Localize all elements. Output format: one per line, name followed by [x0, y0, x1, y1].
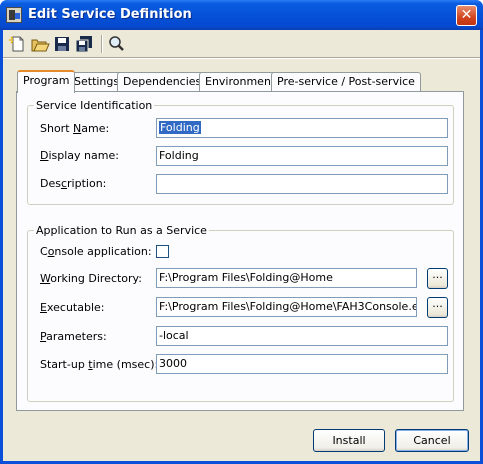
dialog-client: Program Settings Dependencies Environmen… [3, 30, 480, 461]
close-button[interactable]: ✕ [456, 5, 477, 26]
title-bar[interactable]: Edit Service Definition ✕ [0, 0, 483, 30]
executable-field[interactable]: F:\Program Files\Folding@Home\FAH3Consol… [156, 297, 417, 317]
save-as-icon[interactable] [73, 34, 95, 54]
parameters-label: Parameters: [40, 330, 107, 343]
display-name-field[interactable]: Folding [156, 146, 448, 166]
group-legend: Service Identification [34, 99, 155, 112]
tab-environment[interactable]: Environment [199, 72, 282, 91]
cancel-button[interactable]: Cancel [395, 429, 469, 452]
working-directory-browse-button[interactable]: ... [427, 268, 448, 289]
console-application-checkbox[interactable] [156, 245, 169, 258]
short-name-field[interactable]: Folding [156, 118, 448, 138]
service-identification-group: Service Identification Short Name: Foldi… [27, 99, 454, 205]
toolbar-divider [3, 57, 480, 59]
tab-panel-program: Service Identification Short Name: Foldi… [16, 91, 464, 411]
working-directory-field[interactable]: F:\Program Files\Folding@Home [156, 268, 417, 288]
description-label: Description: [40, 177, 107, 190]
new-icon[interactable] [7, 34, 29, 54]
toolbar-separator [101, 35, 103, 53]
dialog-window: Edit Service Definition ✕ Program Settin… [0, 0, 483, 464]
open-icon[interactable] [29, 34, 51, 54]
executable-browse-button[interactable]: ... [427, 297, 448, 318]
search-icon[interactable] [105, 34, 127, 54]
tab-dependencies[interactable]: Dependencies [117, 72, 208, 91]
install-button[interactable]: Install [313, 429, 385, 452]
group-legend: Application to Run as a Service [34, 224, 209, 237]
short-name-value: Folding [159, 121, 201, 134]
parameters-field[interactable]: -local [156, 326, 448, 346]
window-title: Edit Service Definition [28, 7, 192, 22]
startup-time-label: Start-up time (msec): [40, 358, 159, 371]
display-name-label: Display name: [40, 149, 119, 162]
console-application-label: Console application: [40, 245, 152, 258]
save-icon[interactable] [51, 34, 73, 54]
application-group: Application to Run as a Service Console … [27, 224, 454, 402]
tab-program[interactable]: Program [17, 70, 76, 93]
startup-time-field[interactable]: 3000 [156, 354, 448, 374]
toolbar [5, 32, 478, 56]
app-icon [6, 7, 22, 23]
short-name-label: Short Name: [40, 122, 110, 135]
working-directory-label: Working Directory: [40, 272, 142, 285]
description-field[interactable] [156, 174, 448, 194]
executable-label: Executable: [40, 301, 105, 314]
tab-pre-post-service[interactable]: Pre-service / Post-service [271, 72, 421, 91]
